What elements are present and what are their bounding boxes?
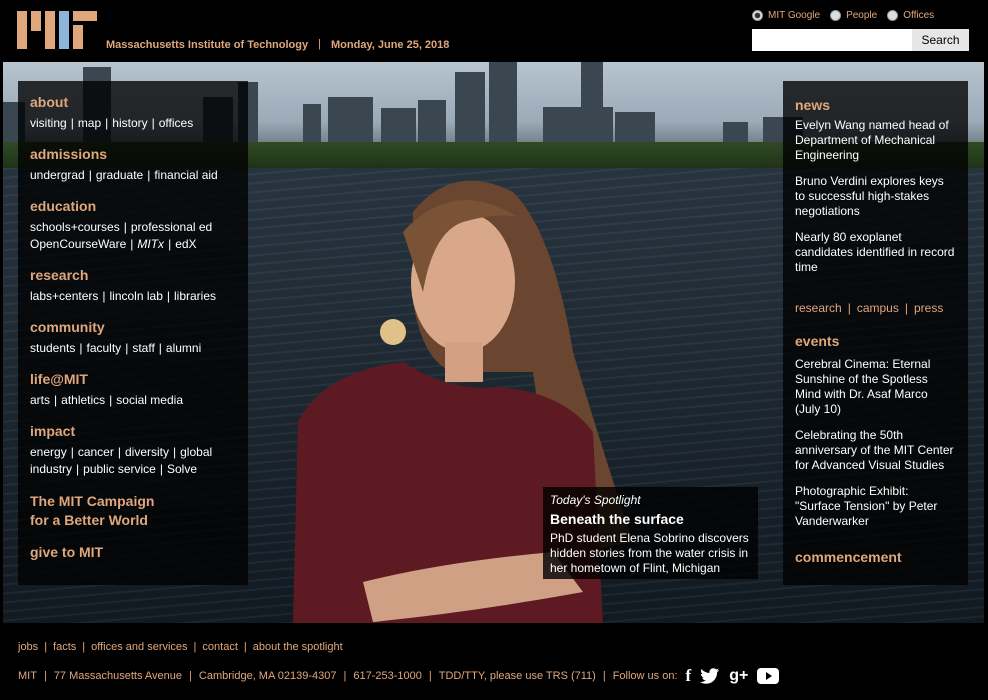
footer-link-facts[interactable]: facts	[53, 641, 76, 653]
nav-link-undergrad[interactable]: undergrad	[30, 168, 85, 182]
nav-link-diversity[interactable]: diversity	[125, 445, 169, 459]
nav-heading-life[interactable]: life@MIT	[30, 371, 236, 387]
site-title[interactable]: Massachusetts Institute of Technology	[106, 39, 308, 51]
footer-link-jobs[interactable]: jobs	[18, 641, 38, 653]
site-footer: jobs | facts | offices and services | contact |…	[0, 623, 988, 700]
nav-section-life: life@MIT arts | athletics | social media	[30, 371, 236, 409]
nav-link-professional-ed[interactable]: professional ed	[131, 220, 212, 234]
nav-section-research: research labs+centers | lincoln lab | librar…	[30, 267, 236, 305]
nav-link-industry[interactable]: industry	[30, 462, 72, 476]
news-item[interactable]: Evelyn Wang named head of Department of …	[795, 118, 956, 163]
radio-offices[interactable]: Offices	[887, 10, 934, 21]
news-item[interactable]: Nearly 80 exoplanet candidates identifie…	[795, 230, 956, 275]
nav-section-admissions: admissions undergrad | graduate | financial …	[30, 146, 236, 184]
nav-section-community: community students | faculty | staff | alumni	[30, 319, 236, 357]
radio-button[interactable]	[752, 10, 763, 21]
radio-button[interactable]	[830, 10, 842, 21]
news-category-links: research | campus | press	[795, 301, 944, 315]
search-scope: MIT Google People Offices	[752, 10, 934, 21]
header-separator: |	[318, 38, 321, 50]
commencement-link[interactable]: commencement	[795, 549, 956, 565]
nav-section-about: about visiting | map | history | offices	[30, 94, 236, 132]
follow-label: Follow us on:	[612, 670, 678, 682]
event-item[interactable]: Cerebral Cinema: Eternal Sunshine of the…	[795, 357, 956, 417]
event-item[interactable]: Photographic Exhibit: "Surface Tension" …	[795, 484, 956, 529]
nav-link-edx[interactable]: edX	[175, 237, 196, 251]
footer-contact-info: MIT | 77 Massachusetts Avenue | Cambridge,…	[18, 666, 780, 686]
nav-heading-impact[interactable]: impact	[30, 423, 236, 439]
radio-people[interactable]: People	[830, 10, 877, 21]
radio-mit-google[interactable]: MIT Google	[752, 10, 820, 21]
news-link-research[interactable]: research	[795, 301, 842, 315]
nav-link-schools-courses[interactable]: schools+courses	[30, 220, 120, 234]
nav-link-history[interactable]: history	[112, 116, 147, 130]
nav-link-cancer[interactable]: cancer	[78, 445, 114, 459]
spotlight-label: Today's Spotlight	[550, 493, 641, 507]
footer-link-about-spotlight[interactable]: about the spotlight	[253, 641, 343, 653]
nav-link-visiting[interactable]: visiting	[30, 116, 67, 130]
mit-logo[interactable]	[17, 11, 97, 49]
footer-link-contact[interactable]: contact	[202, 641, 237, 653]
nav-link-public-service[interactable]: public service	[83, 462, 156, 476]
event-item[interactable]: Celebrating the 50th anniversary of the …	[795, 428, 956, 473]
nav-heading-admissions[interactable]: admissions	[30, 146, 236, 162]
nav-link-solve[interactable]: Solve	[167, 462, 197, 476]
nav-heading-research[interactable]: research	[30, 267, 236, 283]
news-link-press[interactable]: press	[914, 301, 943, 315]
footer-tdd: TDD/TTY, please use TRS (711)	[438, 670, 596, 682]
spotlight-description: PhD student Elena Sobrino discovers hidd…	[550, 531, 749, 575]
nav-heading-about[interactable]: about	[30, 94, 236, 110]
nav-link-financial-aid[interactable]: financial aid	[154, 168, 217, 182]
site-header: Massachusetts Institute of Technology | …	[0, 0, 988, 62]
right-news-panel: news Evelyn Wang named head of Departmen…	[783, 81, 968, 585]
left-nav-panel: about visiting | map | history | offices admis…	[18, 81, 248, 585]
footer-nav: jobs | facts | offices and services | contact |…	[18, 641, 343, 653]
news-link-campus[interactable]: campus	[857, 301, 899, 315]
nav-link-graduate[interactable]: graduate	[96, 168, 143, 182]
nav-link-lincoln-lab[interactable]: lincoln lab	[110, 289, 163, 303]
nav-link-labs-centers[interactable]: labs+centers	[30, 289, 98, 303]
footer-address: 77 Massachusetts Avenue	[53, 670, 183, 682]
give-to-mit-link[interactable]: give to MIT	[30, 544, 236, 560]
nav-heading-community[interactable]: community	[30, 319, 236, 335]
nav-link-offices[interactable]: offices	[159, 116, 193, 130]
events-heading[interactable]: events	[795, 333, 956, 349]
footer-phone: 617-253-1000	[353, 670, 422, 682]
nav-link-alumni[interactable]: alumni	[166, 341, 201, 355]
nav-link-faculty[interactable]: faculty	[87, 341, 122, 355]
footer-link-offices-services[interactable]: offices and services	[91, 641, 187, 653]
nav-link-staff[interactable]: staff	[132, 341, 154, 355]
news-item[interactable]: Bruno Verdini explores keys to successfu…	[795, 174, 956, 219]
header-date: Monday, June 25, 2018	[331, 39, 450, 51]
facebook-icon[interactable]: f	[686, 666, 692, 686]
nav-section-education: education schools+courses | professional e…	[30, 198, 236, 253]
news-heading[interactable]: news	[795, 97, 956, 113]
search-input[interactable]	[752, 29, 912, 51]
youtube-icon[interactable]	[757, 668, 780, 684]
nav-section-impact: impact energy | cancer | diversity | global in…	[30, 423, 236, 478]
nav-link-energy[interactable]: energy	[30, 445, 67, 459]
footer-city: Cambridge, MA 02139-4307	[198, 670, 337, 682]
nav-link-opencourseware[interactable]: OpenCourseWare	[30, 237, 126, 251]
nav-link-athletics[interactable]: athletics	[61, 393, 105, 407]
nav-link-libraries[interactable]: libraries	[174, 289, 216, 303]
nav-link-social-media[interactable]: social media	[116, 393, 183, 407]
campaign-link[interactable]: The MIT Campaign for a Better World	[30, 492, 236, 530]
spotlight-caption[interactable]: Today's Spotlight Beneath the surface Ph…	[543, 487, 758, 579]
search-button[interactable]: Search	[912, 29, 969, 51]
social-links: f g+	[686, 666, 780, 686]
nav-heading-education[interactable]: education	[30, 198, 236, 214]
google-plus-icon[interactable]: g+	[729, 667, 748, 685]
radio-button[interactable]	[887, 10, 899, 21]
nav-link-map[interactable]: map	[78, 116, 101, 130]
twitter-icon[interactable]	[700, 668, 720, 684]
nav-link-global[interactable]: global	[180, 445, 212, 459]
spotlight-title[interactable]: Beneath the surface	[550, 511, 751, 527]
nav-link-arts[interactable]: arts	[30, 393, 50, 407]
footer-mit[interactable]: MIT	[18, 670, 37, 682]
nav-link-mitx[interactable]: MITx	[137, 237, 164, 251]
nav-link-students[interactable]: students	[30, 341, 75, 355]
